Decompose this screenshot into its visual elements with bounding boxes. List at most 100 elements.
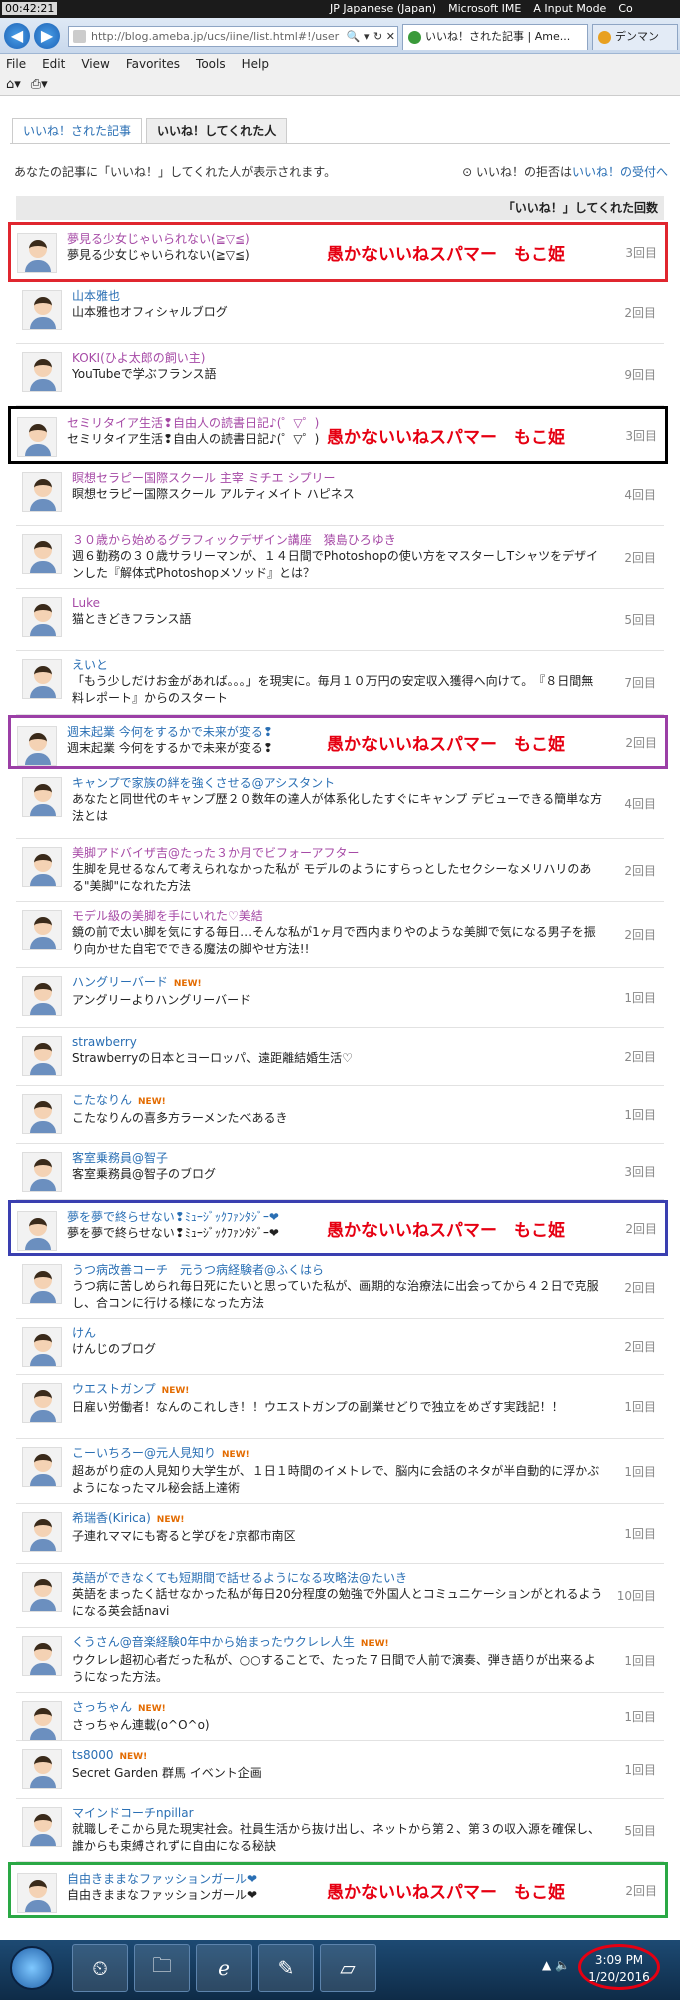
ie-icon: ℯ bbox=[218, 1956, 230, 1980]
user-name-link[interactable]: けん bbox=[72, 1325, 604, 1341]
menu-file[interactable]: File bbox=[6, 54, 26, 74]
menu-help[interactable]: Help bbox=[242, 54, 269, 74]
start-button[interactable] bbox=[10, 1946, 54, 1990]
tray-extra[interactable]: Co bbox=[618, 2, 632, 15]
list-item-spammer: 夢を夢で終らせない❢ﾐｭｰｼﾞｯｸﾌｧﾝﾀｼﾞｰ❤ 夢を夢で終らせない❢ﾐｭｰｼﾞ… bbox=[8, 1200, 668, 1256]
user-name-link[interactable]: モデル級の美脚を手にいれた♡美結 bbox=[72, 908, 604, 924]
like-count: 4回目 bbox=[624, 488, 656, 502]
menu-tools[interactable]: Tools bbox=[196, 54, 226, 74]
user-name-link[interactable]: 美脚アドバイザ吉@たった３か月でビフォーアフター bbox=[72, 845, 604, 861]
avatar[interactable] bbox=[22, 1036, 62, 1076]
avatar[interactable] bbox=[22, 1512, 62, 1552]
user-name-link[interactable]: さっちゃん NEW! bbox=[72, 1699, 604, 1717]
top-clock: 00:42:21 bbox=[2, 2, 58, 15]
avatar[interactable] bbox=[22, 1447, 62, 1487]
home-icon[interactable]: ⌂▾ bbox=[6, 74, 21, 95]
browser-tab-other[interactable]: デンマン bbox=[592, 24, 678, 50]
taskbar-clock[interactable]: 3:09 PM 1/20/2016 bbox=[578, 1944, 660, 1990]
back-arrow-icon: ◀ bbox=[10, 26, 24, 45]
list-item: 客室乗務員@智子 客室乗務員@智子のブログ 3回目 bbox=[16, 1144, 664, 1200]
user-name-link[interactable]: こーいちろー@元人見知り NEW! bbox=[72, 1445, 604, 1463]
blog-title: YouTubeで学ぶフランス語 bbox=[72, 367, 217, 381]
avatar[interactable] bbox=[17, 417, 57, 457]
user-name-link[interactable]: キャンプで家族の絆を強くさせる@アシスタント bbox=[72, 775, 604, 791]
taskbar-app-explorer[interactable]: 🗀 bbox=[134, 1944, 190, 1992]
avatar[interactable] bbox=[22, 290, 62, 330]
taskbar-app-paint[interactable]: ✎ bbox=[258, 1944, 314, 1992]
blog-title: Secret Garden 群馬 イベント企画 bbox=[72, 1766, 262, 1780]
user-name-link[interactable]: 瞑想セラピー国際スクール 主宰 ミチエ シプリー bbox=[72, 470, 604, 486]
address-bar[interactable]: http://blog.ameba.jp/ucs/iine/list.html#… bbox=[68, 26, 398, 47]
taskbar-app-clock[interactable]: ⏲ bbox=[72, 1944, 128, 1992]
avatar[interactable] bbox=[17, 1211, 57, 1251]
avatar[interactable] bbox=[22, 976, 62, 1016]
new-badge: NEW! bbox=[360, 1639, 389, 1649]
user-name-link[interactable]: 山本雅也 bbox=[72, 288, 604, 304]
user-name-link[interactable]: くうさん@音楽経験0年中から始まったウクレレ人生 NEW! bbox=[72, 1634, 604, 1652]
user-name-link[interactable]: ts8000 NEW! bbox=[72, 1747, 604, 1765]
user-name-link[interactable]: ハングリーバード NEW! bbox=[72, 974, 604, 992]
user-name-link[interactable]: KOKI(ひよ太郎の飼い主) bbox=[72, 350, 604, 366]
tab-liked-articles[interactable]: いいね！された記事 bbox=[12, 118, 143, 144]
user-name-link[interactable]: マインドコーチnpillar bbox=[72, 1805, 604, 1821]
avatar[interactable] bbox=[22, 352, 62, 392]
avatar[interactable] bbox=[22, 597, 62, 637]
user-name-link[interactable]: うつ病改善コーチ 元うつ病経験者@ふくはら bbox=[72, 1262, 604, 1278]
list-item: モデル級の美脚を手にいれた♡美結 鏡の前で太い脚を気にする毎日…そんな私が1ヶ月で… bbox=[16, 902, 664, 968]
avatar[interactable] bbox=[17, 233, 57, 273]
menu-view[interactable]: View bbox=[81, 54, 109, 74]
user-name-link[interactable]: ３０歳から始めるグラフィックデザイン講座 猿島ひろゆき bbox=[72, 532, 604, 548]
like-count: 7回目 bbox=[624, 676, 656, 690]
menu-favorites[interactable]: Favorites bbox=[126, 54, 180, 74]
avatar[interactable] bbox=[22, 1807, 62, 1847]
new-badge: NEW! bbox=[156, 1515, 185, 1525]
tray-ime[interactable]: Microsoft IME bbox=[448, 2, 521, 15]
user-name-link[interactable]: 希瑞香(Kirica) NEW! bbox=[72, 1510, 604, 1528]
menu-edit[interactable]: Edit bbox=[42, 54, 65, 74]
tray-input-mode[interactable]: A Input Mode bbox=[533, 2, 606, 15]
user-name-link[interactable]: Luke bbox=[72, 595, 604, 611]
avatar[interactable] bbox=[22, 1383, 62, 1423]
avatar[interactable] bbox=[22, 534, 62, 574]
blog-title: こたなりんの喜多方ラーメンたべあるき bbox=[72, 1111, 288, 1125]
volume-icon[interactable]: ▲ 🔈 bbox=[542, 1958, 570, 1972]
avatar[interactable] bbox=[22, 1094, 62, 1134]
avatar[interactable] bbox=[17, 1873, 57, 1913]
avatar[interactable] bbox=[17, 726, 57, 766]
avatar[interactable] bbox=[22, 1327, 62, 1367]
print-icon[interactable]: ⎙▾ bbox=[31, 74, 48, 95]
list-item: えいと 「もう少しだけお金があれば。。。」を現実に。毎月１０万円の安定収入獲得へ向… bbox=[16, 651, 664, 715]
blog-title: 週６勤務の３０歳サラリーマンが、１４日間でPhotoshopの使い方をマスターし… bbox=[72, 549, 599, 580]
tray-language[interactable]: JP Japanese (Japan) bbox=[330, 2, 436, 15]
avatar[interactable] bbox=[22, 1152, 62, 1192]
avatar[interactable] bbox=[22, 1701, 62, 1741]
user-name-link[interactable]: ウエストガンプ NEW! bbox=[72, 1381, 604, 1399]
user-name-link[interactable]: えいと bbox=[72, 657, 604, 673]
avatar[interactable] bbox=[22, 659, 62, 699]
user-name-link[interactable]: strawberry bbox=[72, 1034, 604, 1050]
like-count: 2回目 bbox=[624, 1050, 656, 1064]
user-name-link[interactable]: 客室乗務員@智子 bbox=[72, 1150, 604, 1166]
blog-title: あなたと同世代のキャンプ歴２０数年の達人が体系化したすぐにキャンプ デビューでき… bbox=[72, 792, 603, 823]
blog-title: アングリーよりハングリーバード bbox=[72, 993, 252, 1007]
like-count: 1回目 bbox=[624, 1527, 656, 1541]
taskbar-app-ie[interactable]: ℯ bbox=[196, 1944, 252, 1992]
user-name-link[interactable]: こたなりん NEW! bbox=[72, 1092, 604, 1110]
blog-title: 「もう少しだけお金があれば。。。」を現実に。毎月１０万円の安定収入獲得へ向けて。… bbox=[72, 674, 594, 705]
forward-button[interactable]: ▶ bbox=[34, 23, 60, 49]
avatar[interactable] bbox=[22, 910, 62, 950]
avatar[interactable] bbox=[22, 1749, 62, 1789]
avatar[interactable] bbox=[22, 1264, 62, 1304]
avatar[interactable] bbox=[22, 777, 62, 817]
taskbar-app-other[interactable]: ▱ bbox=[320, 1944, 376, 1992]
reject-link[interactable]: いいね！の受付へ bbox=[572, 165, 668, 179]
back-button[interactable]: ◀ bbox=[4, 23, 30, 49]
user-name-link[interactable]: 英語ができなくても短期間で話せるようになる攻略法@たいき bbox=[72, 1570, 604, 1586]
avatar[interactable] bbox=[22, 847, 62, 887]
address-tools[interactable]: 🔍 ▾ ↻ ✕ bbox=[343, 27, 395, 46]
avatar[interactable] bbox=[22, 472, 62, 512]
tab-liked-people[interactable]: いいね！してくれた人 bbox=[146, 118, 288, 144]
avatar[interactable] bbox=[22, 1572, 62, 1612]
browser-tab-active[interactable]: いいね！された記事 | Ame... bbox=[402, 24, 588, 50]
avatar[interactable] bbox=[22, 1636, 62, 1676]
